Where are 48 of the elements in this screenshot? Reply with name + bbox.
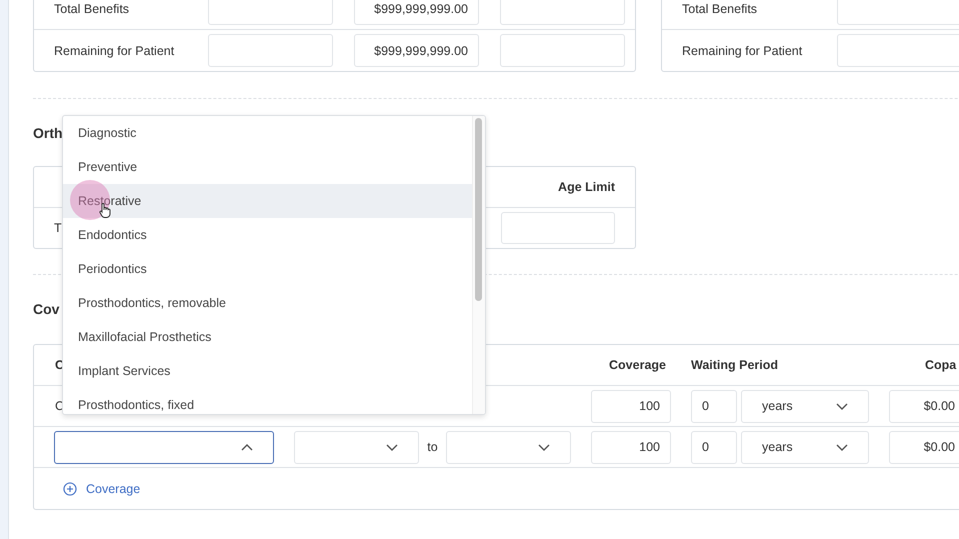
copay-field[interactable]: $0.00 [889,430,959,464]
input-field[interactable] [208,34,333,67]
row-label: Remaining for Patient [54,44,176,58]
dropdown-option[interactable]: Implant Services [63,354,472,388]
column-header: Age Limit [558,180,615,194]
category-select[interactable] [54,430,274,464]
chevron-down-icon [538,444,550,450]
dropdown-option[interactable]: Endodontics [63,218,472,252]
waiting-period-field[interactable]: 0 [691,430,737,464]
add-coverage-button[interactable]: Coverage [63,482,140,496]
row-label: Total Benefits [54,2,130,16]
scrollbar-thumb[interactable] [475,118,482,301]
age-limit-field[interactable] [501,212,615,244]
row-label: Total Benefits [682,2,758,16]
input-field[interactable] [208,0,333,25]
coverage-field[interactable]: 100 [591,390,671,422]
dropdown-option[interactable]: Maxillofacial Prosthetics [63,320,472,354]
plus-circle-icon [63,482,77,496]
chevron-down-icon [836,402,848,410]
waiting-period-field[interactable]: 0 [691,390,737,422]
dropdown-option[interactable]: Prosthodontics, fixed [63,388,472,414]
input-field[interactable] [500,34,625,67]
field-value: $999,999,999.00 [374,44,468,58]
column-header: Waiting Period [691,358,780,372]
range-select[interactable] [294,430,419,464]
range-word: to [426,440,439,454]
column-header: Copa [925,358,956,372]
section-heading: Cov [33,300,60,318]
column-header: Coverage [608,358,667,372]
coverage-field[interactable]: 100 [591,430,671,464]
row-label: Remaining for Patient [682,44,804,58]
input-field[interactable]: $999,999,999.00 [354,34,479,67]
dropdown-option[interactable]: Periodontics [63,252,472,286]
input-field[interactable] [500,0,625,25]
row-label: T [54,221,62,235]
field-value: $999,999,999.00 [374,2,468,16]
period-unit-select[interactable]: years [741,390,869,422]
range-select[interactable] [446,430,571,464]
chevron-up-icon [241,444,253,450]
section-heading: Orth [33,124,63,142]
chevron-down-icon [386,444,398,450]
chevron-down-icon [836,444,848,450]
copay-field[interactable]: $0.00 [889,390,959,422]
dropdown-option[interactable]: Diagnostic [63,116,472,150]
dropdown-option[interactable]: Preventive [63,150,472,184]
dropdown-option[interactable]: Prosthodontics, removable [63,286,472,320]
period-unit-select[interactable]: years [741,430,869,464]
input-field[interactable]: $999,999,999.00 [354,0,479,25]
